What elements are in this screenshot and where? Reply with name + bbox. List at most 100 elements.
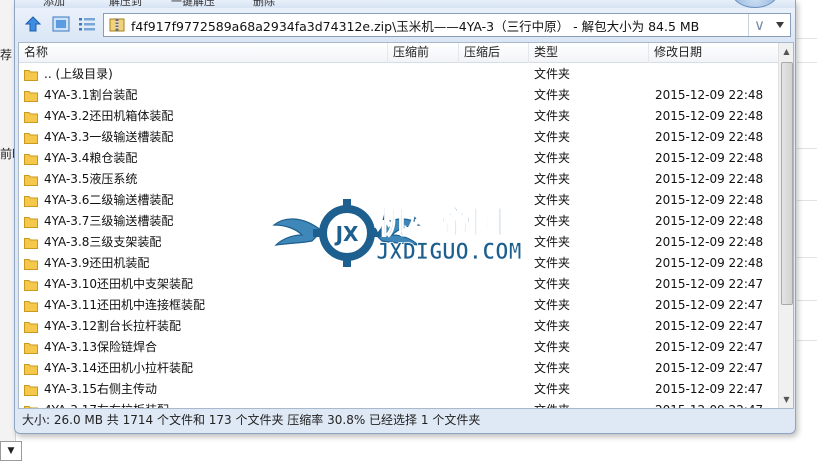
list-view-icon[interactable] [77,14,97,34]
file-date: 2015-12-09 22:47 [655,298,764,312]
file-type: 文件夹 [534,130,571,144]
file-date: 2015-12-09 22:48 [655,151,764,165]
path-menu-dropdown-icon[interactable] [770,14,790,36]
column-header-row: 名称 压缩前 压缩后 类型 修改日期 [19,43,778,63]
folder-icon [24,385,38,396]
table-row[interactable]: .. (上级目录) 文件夹 [19,64,778,85]
file-date: 2015-12-09 22:47 [655,361,764,375]
file-date: 2015-12-09 22:48 [655,172,764,186]
column-compressed-header[interactable]: 压缩前 [388,43,459,63]
file-date: 2015-12-09 22:48 [655,256,764,270]
column-date-header[interactable]: 修改日期 [649,43,778,63]
file-name-cell: 4YA-3.10还田机中支架装配 [24,274,388,295]
table-row[interactable]: 4YA-3.17左右拉板装配 文件夹 2015-12-09 22:47 [19,400,778,408]
scrollbar-thumb[interactable] [781,62,793,305]
file-name: 4YA-3.12割台长拉杆装配 [44,319,182,333]
folder-icon [24,133,38,144]
file-name: 4YA-3.5液压系统 [44,172,138,186]
file-type: 文件夹 [534,109,571,123]
toolbar-delete-button[interactable]: 删除 [253,0,275,8]
file-date: 2015-12-09 22:48 [655,235,764,249]
table-row[interactable]: 4YA-3.10还田机中支架装配 文件夹 2015-12-09 22:47 [19,274,778,295]
watermark-logo: JX 机械帝国 JXDIGUO.COM [272,197,562,269]
file-type: 文件夹 [534,400,644,408]
column-packed-header[interactable]: 压缩后 [459,43,529,63]
file-name: 4YA-3.4粮仓装配 [44,151,138,165]
file-name-cell: 4YA-3.3一级输送槽装配 [24,127,388,148]
table-row[interactable]: 4YA-3.3一级输送槽装配 文件夹 2015-12-09 22:48 [19,127,778,148]
scroll-down-arrow-icon[interactable]: ▼ [779,391,793,408]
file-date: 2015-12-09 22:47 [655,340,764,354]
column-name-header[interactable]: 名称 [19,43,388,63]
scroll-up-arrow-icon[interactable]: ▲ [779,43,793,60]
file-date: 2015-12-09 22:47 [655,382,764,396]
file-name: 4YA-3.6二级输送槽装配 [44,193,174,207]
table-row[interactable]: 4YA-3.1割台装配 文件夹 2015-12-09 22:48 [19,85,778,106]
folder-icon [24,112,38,123]
table-row[interactable]: 4YA-3.4粮仓装配 文件夹 2015-12-09 22:48 [19,148,778,169]
folder-icon [24,343,38,354]
folder-icon [24,301,38,312]
folder-icon [24,259,38,270]
file-name: 4YA-3.13保险链焊合 [44,340,158,354]
thumbnail-view-icon[interactable] [51,14,71,34]
address-path-field[interactable]: f4f917f9772589a68a2934fa3d74312e.zip\玉米机… [103,13,791,37]
column-type-header[interactable]: 类型 [529,43,649,63]
chevron-down-icon[interactable]: ∨ [748,14,770,36]
file-name: 4YA-3.8三级支架装配 [44,235,162,249]
file-type: 文件夹 [534,382,571,396]
file-date: 2015-12-09 22:48 [655,88,764,102]
file-type: 文件夹 [534,298,571,312]
vertical-scrollbar[interactable]: ▲ ▼ [778,43,793,408]
file-type: 文件夹 [534,67,571,81]
file-name-cell: 4YA-3.1割台装配 [24,85,388,106]
app-logo-icon[interactable] [731,0,779,8]
background-line [797,340,817,341]
watermark-title: 机械帝国 [376,203,504,241]
status-bar: 大小: 26.0 MB 共 1714 个文件和 173 个文件夹 压缩率 30.… [22,413,481,427]
folder-icon [24,154,38,165]
file-name: 4YA-3.3一级输送槽装配 [44,130,174,144]
background-line [797,38,817,39]
toolbar-extract-to-button[interactable]: 解压到 [109,0,142,8]
file-type: 文件夹 [534,277,571,291]
toolbar-add-button[interactable]: 添加 [43,0,65,8]
file-type: 文件夹 [534,340,571,354]
file-name-cell: 4YA-3.12割台长拉杆装配 [24,316,388,337]
file-type: 文件夹 [534,361,571,375]
folder-icon [24,238,38,249]
file-name-cell: 4YA-3.5液压系统 [24,169,388,190]
zip-archive-icon [109,18,125,32]
file-name: .. (上级目录) [44,67,113,81]
folder-icon [24,217,38,228]
address-row: f4f917f9772589a68a2934fa3d74312e.zip\玉米机… [15,8,795,42]
watermark-site: JXDIGUO.COM [376,240,522,265]
file-date [655,64,778,85]
file-name-cell: 4YA-3.15右侧主传动 [24,379,388,400]
table-row[interactable]: 4YA-3.5液压系统 文件夹 2015-12-09 22:48 [19,169,778,190]
file-date: 2015-12-09 22:48 [655,193,764,207]
file-name: 4YA-3.9还田机装配 [44,256,150,270]
table-row[interactable]: 4YA-3.14还田机小拉杆装配 文件夹 2015-12-09 22:47 [19,358,778,379]
toolbar-one-click-extract-button[interactable]: 一键解压 [171,0,215,8]
table-row[interactable]: 4YA-3.13保险链焊合 文件夹 2015-12-09 22:47 [19,337,778,358]
table-row[interactable]: 4YA-3.2还田机箱体装配 文件夹 2015-12-09 22:48 [19,106,778,127]
file-date: 2015-12-09 22:48 [655,214,764,228]
file-name-cell: 4YA-3.4粮仓装配 [24,148,388,169]
folder-icon [24,70,38,81]
file-name: 4YA-3.7三级输送槽装配 [44,214,174,228]
folder-icon [24,280,38,291]
table-row[interactable]: 4YA-3.11还田机中连接框装配 文件夹 2015-12-09 22:47 [19,295,778,316]
file-name-cell: .. (上级目录) [24,64,388,85]
file-type: 文件夹 [534,151,571,165]
folder-icon [24,91,38,102]
file-date: 2015-12-09 22:47 [655,319,764,333]
background-line [797,200,817,201]
file-name: 4YA-3.11还田机中连接框装配 [44,298,206,312]
dropdown-arrow-button[interactable]: ▼ [0,441,22,461]
file-name: 4YA-3.14还田机小拉杆装配 [44,361,194,375]
folder-icon [24,196,38,207]
up-arrow-icon[interactable] [23,14,43,34]
table-row[interactable]: 4YA-3.12割台长拉杆装配 文件夹 2015-12-09 22:47 [19,316,778,337]
table-row[interactable]: 4YA-3.15右侧主传动 文件夹 2015-12-09 22:47 [19,379,778,400]
